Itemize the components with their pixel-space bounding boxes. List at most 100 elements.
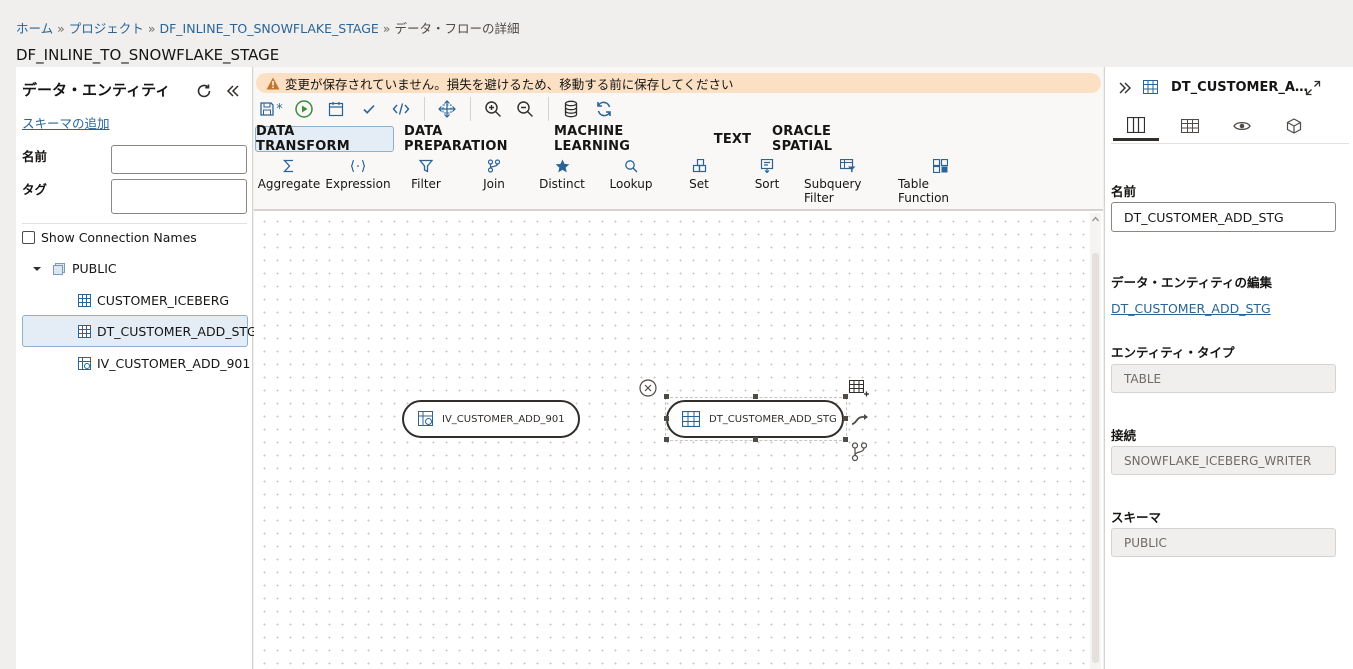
tab-preview[interactable]: [1219, 111, 1265, 141]
expand-panel-icon[interactable]: [1115, 79, 1135, 97]
resize-handle[interactable]: [843, 437, 848, 442]
node-label: DT_CUSTOMER_ADD_STG: [709, 413, 837, 425]
operator-set[interactable]: Set: [676, 159, 722, 191]
refresh-canvas-button[interactable]: [592, 99, 616, 119]
tab-columns[interactable]: [1167, 111, 1213, 141]
divider: [1111, 143, 1349, 144]
edit-entity-link[interactable]: DT_CUSTOMER_ADD_STG: [1111, 301, 1271, 316]
operator-expression[interactable]: Expression: [324, 159, 392, 191]
name-filter-input[interactable]: [111, 145, 247, 174]
sort-icon: [760, 159, 774, 173]
scroll-up-arrow[interactable]: [1091, 213, 1100, 225]
warning-icon: [266, 77, 280, 89]
operator-join[interactable]: Join: [467, 159, 521, 191]
connection-label: 接続: [1111, 428, 1137, 443]
breadcrumb-flow[interactable]: DF_INLINE_TO_SNOWFLAKE_STAGE: [159, 21, 378, 36]
properties-panel: DT_CUSTOMER_A… 名前 DT_CUSTOMER_ADD_STG デー…: [1104, 67, 1353, 669]
operator-filter[interactable]: Filter: [399, 159, 453, 191]
caret-down-icon[interactable]: [32, 264, 42, 274]
operator-subquery-filter[interactable]: Subquery Filter: [804, 159, 892, 205]
operator-label: Filter: [411, 177, 441, 191]
tree-schema-public[interactable]: PUBLIC: [32, 261, 117, 276]
run-button[interactable]: [292, 99, 316, 119]
maximize-icon[interactable]: [1303, 79, 1323, 97]
table-icon: [78, 293, 91, 307]
table-icon: [1143, 80, 1158, 98]
show-connection-names-checkbox[interactable]: [22, 231, 35, 244]
canvas-node-dt-customer-add-stg[interactable]: DT_CUSTOMER_ADD_STG: [666, 400, 844, 438]
refresh-icon[interactable]: [193, 81, 215, 101]
subquery-filter-icon: [840, 159, 856, 173]
set-icon: [692, 159, 706, 173]
warning-text: 変更が保存されていません。損失を避けるため、移動する前に保存してください: [285, 76, 734, 92]
tab-machine-learning[interactable]: MACHINE LEARNING: [554, 124, 696, 154]
zoom-out-button[interactable]: [513, 99, 537, 119]
add-columns-button[interactable]: [848, 379, 870, 399]
delete-node-button[interactable]: [638, 378, 658, 398]
sigma-icon: [283, 159, 293, 173]
operator-aggregate[interactable]: Aggregate: [258, 159, 320, 191]
canvas-node-iv-customer-add-901[interactable]: IV_CUSTOMER_ADD_901: [402, 400, 580, 438]
data-entities-panel: データ・エンティティ スキーマの追加 名前 タグ Show Connection…: [16, 67, 257, 669]
branch-button[interactable]: [850, 441, 870, 463]
tab-options[interactable]: [1271, 111, 1317, 141]
resize-handle[interactable]: [664, 416, 669, 421]
toolbar-divider: [548, 97, 549, 121]
schedule-button[interactable]: [324, 99, 348, 119]
resize-handle[interactable]: [664, 437, 669, 442]
resize-handle[interactable]: [753, 437, 758, 442]
operator-distinct[interactable]: Distinct: [532, 159, 592, 191]
tab-oracle-spatial[interactable]: ORACLE SPATIAL: [772, 124, 887, 154]
auto-layout-button[interactable]: [435, 99, 459, 119]
operator-lookup[interactable]: Lookup: [601, 159, 661, 191]
scrollbar-thumb[interactable]: [1092, 253, 1099, 663]
add-schema-link[interactable]: スキーマの追加: [22, 113, 110, 132]
breadcrumb-projects[interactable]: プロジェクト: [69, 21, 144, 36]
name-input[interactable]: DT_CUSTOMER_ADD_STG: [1111, 202, 1336, 232]
canvas-scrollbar[interactable]: [1090, 213, 1101, 669]
operator-sort[interactable]: Sort: [744, 159, 790, 191]
breadcrumb-home[interactable]: ホーム: [16, 21, 53, 36]
resize-handle[interactable]: [664, 394, 669, 399]
resize-handle[interactable]: [843, 416, 848, 421]
resize-handle[interactable]: [753, 394, 758, 399]
tab-data-preparation[interactable]: DATA PREPARATION: [404, 124, 538, 154]
table-icon: [682, 411, 700, 427]
toolbar-divider: [424, 97, 425, 121]
grid-icon: [1181, 119, 1199, 133]
star-icon: [555, 159, 569, 173]
breadcrumb: ホーム» プロジェクト» DF_INLINE_TO_SNOWFLAKE_STAGE»…: [16, 18, 519, 37]
operator-label: Lookup: [609, 177, 653, 191]
zoom-in-icon: [485, 101, 501, 117]
columns-icon: [1127, 116, 1145, 133]
operator-label: Set: [689, 177, 709, 191]
code-icon: [392, 103, 410, 115]
tab-data-transform[interactable]: DATA TRANSFORM: [255, 124, 394, 154]
eye-icon: [1233, 121, 1251, 131]
collapse-panel-icon[interactable]: [222, 81, 244, 101]
operator-table-function[interactable]: Table Function: [898, 159, 982, 205]
validate-button[interactable]: [357, 99, 381, 119]
tab-text[interactable]: TEXT: [709, 126, 756, 152]
save-button[interactable]: *: [256, 99, 286, 119]
tree-item-iv-customer-add-901[interactable]: IV_CUSTOMER_ADD_901: [78, 355, 250, 371]
tree-item-dt-customer-add-stg[interactable]: DT_CUSTOMER_ADD_STG: [78, 323, 257, 339]
tag-filter-input[interactable]: [111, 179, 247, 214]
save-icon: [260, 102, 274, 116]
database-button[interactable]: [559, 99, 583, 119]
tag-filter-label: タグ: [22, 182, 48, 197]
operator-label: Distinct: [539, 177, 585, 191]
tree-item-customer-iceberg[interactable]: CUSTOMER_ICEBERG: [78, 292, 229, 308]
name-label: 名前: [1111, 184, 1137, 199]
zoom-in-button[interactable]: [481, 99, 505, 119]
code-view-button[interactable]: [389, 99, 413, 119]
show-connection-names-toggle[interactable]: Show Connection Names: [22, 230, 197, 245]
flow-canvas[interactable]: IV_CUSTOMER_ADD_901 DT_CUSTOMER_ADD_STG: [258, 215, 1092, 669]
unsaved-marker: *: [276, 101, 283, 117]
edit-entity-label: データ・エンティティの編集: [1111, 275, 1273, 290]
join-icon: [487, 159, 501, 173]
tab-attributes[interactable]: [1113, 111, 1159, 141]
table-icon: [78, 324, 91, 338]
breadcrumb-separator: »: [147, 21, 156, 36]
connect-button[interactable]: [850, 409, 870, 429]
